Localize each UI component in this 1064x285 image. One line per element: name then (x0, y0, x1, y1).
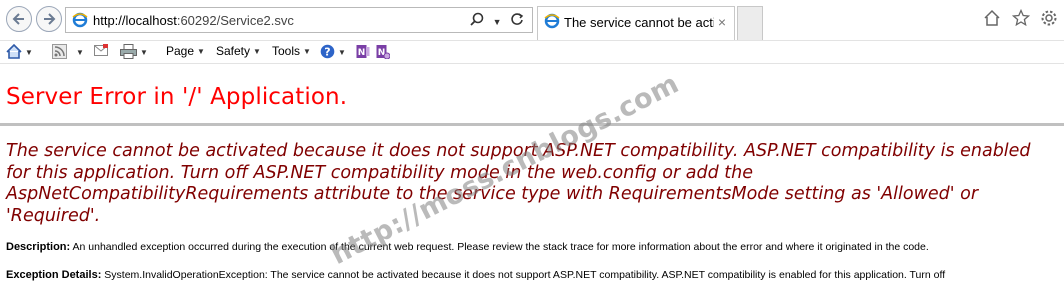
url-path: :60292/Service2.svc (176, 13, 294, 28)
chevron-down-icon: ▼ (76, 48, 84, 57)
favorites-star-icon[interactable] (1011, 8, 1030, 32)
rss-feed-icon (52, 44, 67, 59)
divider (0, 123, 1064, 126)
feeds-button[interactable]: ▼ (52, 44, 84, 59)
command-bar: ▼ ▼ ▼ Page ▼ Safety ▼ Tools ▼ ? ▼ N N (0, 41, 1064, 64)
tools-menu-label: Tools (272, 44, 301, 58)
ie-favicon-icon (544, 13, 560, 34)
help-menu[interactable]: ? ▼ (320, 44, 346, 59)
safety-menu[interactable]: Safety ▼ (216, 44, 261, 58)
forward-arrow-icon (44, 13, 56, 25)
page-title: Server Error in '/' Application. (6, 84, 348, 110)
chevron-down-icon: ▼ (25, 48, 33, 57)
mail-icon (94, 44, 108, 56)
back-arrow-icon (12, 13, 24, 25)
print-button[interactable]: ▼ (120, 44, 148, 59)
tab-title: The service cannot be activ... (564, 15, 714, 30)
ie-favicon-icon (72, 12, 88, 33)
forward-button[interactable] (36, 6, 62, 32)
onenote-linked-notes-button[interactable]: N (376, 44, 391, 60)
tools-menu[interactable]: Tools ▼ (272, 44, 311, 58)
home-icon[interactable] (983, 9, 1001, 32)
chevron-down-icon: ▼ (253, 47, 261, 56)
exception-label: Exception Details: (6, 269, 102, 281)
description-label: Description: (6, 241, 71, 253)
settings-gear-icon[interactable] (1040, 9, 1058, 32)
printer-icon (120, 44, 137, 59)
page-menu[interactable]: Page ▼ (166, 44, 205, 58)
close-tab-icon[interactable]: × (718, 14, 726, 30)
svg-text:N: N (358, 48, 366, 58)
refresh-icon[interactable] (510, 12, 524, 31)
onenote-linked-icon: N (376, 45, 391, 60)
address-bar[interactable]: http://localhost:60292/Service2.svc ▼ (65, 7, 533, 33)
chevron-down-icon: ▼ (338, 48, 346, 57)
dropdown-caret-icon[interactable]: ▼ (493, 17, 502, 27)
back-button[interactable] (6, 6, 32, 32)
description-text: An unhandled exception occurred during t… (72, 241, 929, 253)
chevron-down-icon: ▼ (303, 47, 311, 56)
safety-menu-label: Safety (216, 44, 251, 58)
onenote-send-button[interactable]: N (356, 44, 370, 59)
exception-details-line: Exception Details: System.InvalidOperati… (6, 269, 1056, 281)
read-mail-button[interactable] (94, 44, 109, 58)
svg-text:?: ? (324, 46, 330, 59)
chevron-down-icon: ▼ (140, 48, 148, 57)
new-tab-button[interactable] (737, 6, 763, 40)
help-icon: ? (320, 44, 335, 59)
url-text[interactable]: http://localhost:60292/Service2.svc (93, 13, 294, 28)
home-menu-button[interactable]: ▼ (6, 43, 33, 59)
home-icon (6, 43, 22, 59)
chevron-down-icon: ▼ (197, 47, 205, 56)
tab-active[interactable]: The service cannot be activ... × (537, 6, 735, 40)
exception-text: System.InvalidOperationException: The se… (104, 269, 946, 281)
search-icon[interactable] (470, 12, 484, 31)
browser-toolbar: http://localhost:60292/Service2.svc ▼ Th… (0, 0, 1064, 41)
page-menu-label: Page (166, 44, 195, 58)
onenote-icon: N (356, 45, 370, 58)
url-host: http://localhost (93, 13, 177, 28)
description-line: Description: An unhandled exception occu… (6, 241, 1056, 253)
